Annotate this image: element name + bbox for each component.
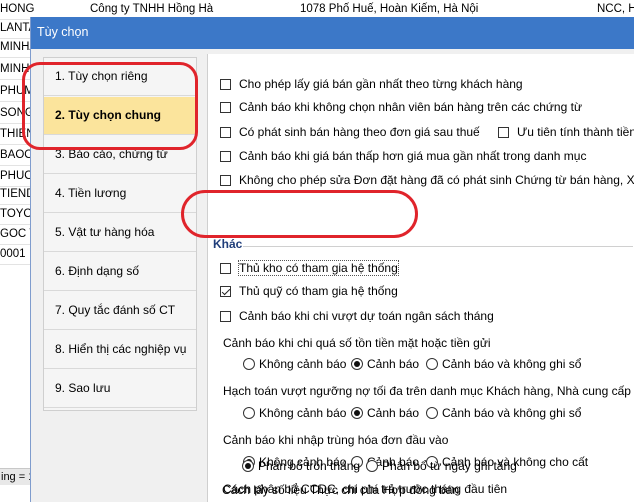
- sheet-cell: HONGHA: [0, 3, 34, 15]
- dialog-body: 1. Tùy chọn riêng 2. Tùy chọn chung 3. B…: [31, 49, 634, 502]
- group-title: Khác: [213, 237, 243, 251]
- radio-question: Cảnh báo khi nhập trùng hóa đơn đầu vào: [223, 433, 449, 447]
- nav-item-dinh-dang-so[interactable]: 6. Định dạng số: [44, 253, 196, 291]
- option-checkbox[interactable]: [220, 263, 231, 274]
- radio-button[interactable]: [366, 460, 378, 472]
- radio-button[interactable]: [242, 460, 254, 472]
- nav-item-label: 7. Quy tắc đánh số CT: [55, 303, 176, 317]
- radio-question: Cách lấy số liệu Thực chi của Hợp đồng b…: [222, 483, 460, 497]
- radio-question: Cảnh báo khi chi quá số tồn tiền mặt hoặ…: [223, 336, 491, 350]
- sheet-cell: NCC, H: [597, 3, 634, 15]
- sheet-cell: BAOO: [0, 149, 34, 161]
- sheet-cell: THIENT: [0, 128, 34, 140]
- radio-label: Không cảnh báo: [259, 357, 347, 371]
- status-bar: ing = 15: [0, 468, 34, 485]
- group-divider: [243, 246, 633, 247]
- sheet-cell: PHUMI: [0, 85, 34, 97]
- radio-button[interactable]: [426, 358, 438, 370]
- radio-label: Phân bổ tròn tháng: [258, 459, 361, 473]
- nav-item-label: 6. Định dạng số: [55, 264, 140, 278]
- nav-item-sao-luu[interactable]: 9. Sao lưu: [44, 370, 196, 408]
- sheet-cell: 1078 Phố Huế, Hoàn Kiếm, Hà Nội: [300, 3, 479, 15]
- nav-item-tien-luong[interactable]: 4. Tiền lương: [44, 175, 196, 213]
- nav-item-label: 1. Tùy chọn riêng: [55, 69, 148, 83]
- options-dialog: Tùy chọn 1. Tùy chọn riêng 2. Tùy chọn c…: [30, 17, 634, 502]
- option-checkbox[interactable]: [498, 127, 509, 138]
- dialog-titlebar[interactable]: Tùy chọn: [31, 17, 634, 49]
- sheet-cell: 0001: [0, 248, 26, 260]
- option-label: Cảnh báo khi chi vượt dự toán ngân sách …: [239, 309, 494, 323]
- nav-item-label: 5. Vật tư hàng hóa: [55, 225, 155, 239]
- radio-button[interactable]: [243, 407, 255, 419]
- radio-label: Cảnh báo: [367, 406, 420, 420]
- option-label: Thủ quỹ có tham gia hệ thống: [239, 284, 398, 298]
- radio-button[interactable]: [351, 358, 363, 370]
- sheet-cell: GOC Y: [0, 228, 34, 240]
- nav-item-label: 4. Tiền lương: [55, 186, 127, 200]
- nav-item-bao-cao-chung-tu[interactable]: 3. Báo cáo, chứng từ: [44, 136, 196, 174]
- option-label: Ưu tiên tính thành tiền the: [517, 125, 634, 139]
- option-checkbox[interactable]: [220, 311, 231, 322]
- option-label: Cảnh báo khi không chọn nhân viên bán hà…: [239, 100, 582, 114]
- radio-button[interactable]: [243, 358, 255, 370]
- sheet-cell: MINHA: [0, 41, 34, 53]
- option-label: Có phát sinh bán hàng theo đơn giá sau t…: [239, 125, 480, 139]
- dialog-title: Tùy chọn: [37, 25, 89, 39]
- options-nav: 1. Tùy chọn riêng 2. Tùy chọn chung 3. B…: [43, 57, 197, 411]
- nav-item-label: 9. Sao lưu: [55, 381, 111, 395]
- radio-label: Phân bổ từ ngày ghi tăng: [382, 459, 517, 473]
- nav-item-tuy-chon-chung[interactable]: 2. Tùy chọn chung: [44, 97, 196, 135]
- radio-question: Hạch toán vượt ngưỡng nợ tối đa trên dan…: [223, 384, 631, 398]
- nav-item-hien-thi-nghiep-vu[interactable]: 8. Hiển thị các nghiệp vụ: [44, 331, 196, 369]
- radio-button[interactable]: [426, 407, 438, 419]
- options-content: Cho phép lấy giá bán gần nhất theo từng …: [207, 54, 634, 502]
- radio-label: Không cảnh báo: [259, 406, 347, 420]
- option-checkbox[interactable]: [220, 127, 231, 138]
- sheet-cell: SONGC: [0, 107, 34, 119]
- sheet-cell: Công ty TNHH Hồng Hà: [90, 3, 214, 15]
- radio-label: Cảnh báo và không ghi sổ: [442, 357, 582, 371]
- sheet-cell: PHUON: [0, 170, 34, 182]
- option-label: Không cho phép sửa Đơn đặt hàng đã có ph…: [239, 173, 634, 187]
- sheet-cell: TOYO: [0, 208, 33, 220]
- nav-item-quy-tac-danh-so[interactable]: 7. Quy tắc đánh số CT: [44, 292, 196, 330]
- option-label: Cảnh báo khi giá bán thấp hơn giá mua gầ…: [239, 149, 587, 163]
- sheet-cell: MINHI: [0, 63, 33, 75]
- nav-item-label: 3. Báo cáo, chứng từ: [55, 147, 168, 161]
- nav-item-label: 8. Hiển thị các nghiệp vụ: [55, 342, 187, 356]
- option-label: Cho phép lấy giá bán gần nhất theo từng …: [239, 77, 523, 91]
- radio-button[interactable]: [351, 407, 363, 419]
- nav-item-label: 2. Tùy chọn chung: [55, 108, 162, 122]
- option-label: Thủ kho có tham gia hệ thống: [238, 260, 399, 276]
- option-checkbox[interactable]: [220, 175, 231, 186]
- option-checkbox[interactable]: [220, 286, 231, 297]
- option-checkbox[interactable]: [220, 79, 231, 90]
- nav-item-vat-tu-hang-hoa[interactable]: 5. Vật tư hàng hóa: [44, 214, 196, 252]
- option-checkbox[interactable]: [220, 151, 231, 162]
- radio-label: Cảnh báo: [367, 357, 420, 371]
- nav-item-tuy-chon-rieng[interactable]: 1. Tùy chọn riêng: [44, 58, 196, 96]
- option-checkbox[interactable]: [220, 102, 231, 113]
- sheet-cell: TIEND: [0, 188, 34, 200]
- radio-label: Cảnh báo và không ghi sổ: [442, 406, 582, 420]
- sheet-cell: LANTA: [0, 22, 34, 34]
